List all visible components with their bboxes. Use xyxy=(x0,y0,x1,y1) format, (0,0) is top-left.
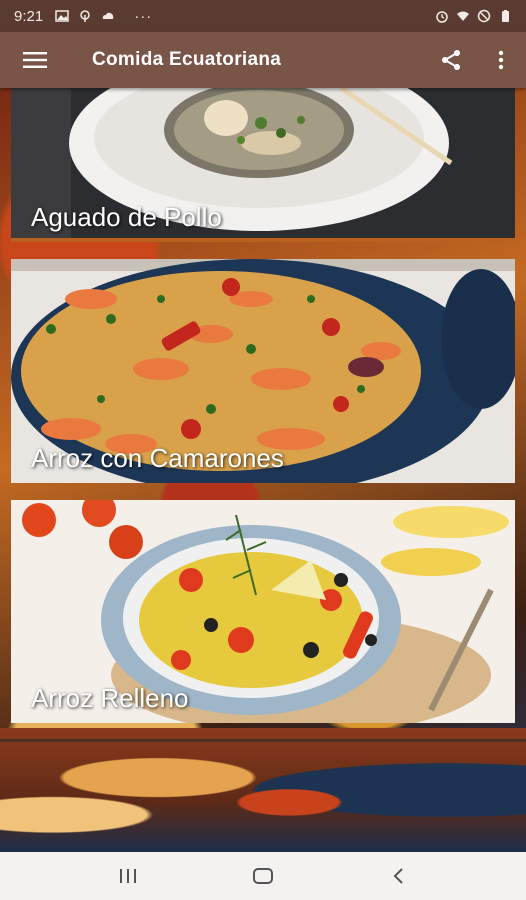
overflow-menu-button[interactable] xyxy=(476,32,526,88)
status-bar: 9:21 ··· xyxy=(0,0,526,32)
status-right-icons xyxy=(435,9,512,23)
status-more: ··· xyxy=(134,7,153,25)
divider xyxy=(0,739,526,742)
recipe-card-arroz-relleno[interactable]: Arroz Relleno xyxy=(11,500,515,723)
app-title: Comida Ecuatoriana xyxy=(92,49,282,70)
recipe-label: Arroz con Camarones xyxy=(31,443,284,473)
recipe-label: Arroz Relleno xyxy=(31,683,189,713)
recipe-card-arroz-con-camarones[interactable]: Arroz con Camarones xyxy=(11,259,515,483)
home-icon xyxy=(252,868,273,884)
recipe-label: Aguado de Pollo xyxy=(31,202,222,232)
back-icon xyxy=(393,868,404,884)
home-button[interactable] xyxy=(233,852,293,900)
status-time: 9:21 xyxy=(14,7,44,25)
wifi-icon xyxy=(457,11,469,21)
more-vert-icon xyxy=(498,50,504,70)
battery-icon xyxy=(502,10,509,22)
menu-button[interactable] xyxy=(0,32,70,88)
hamburger-menu-icon xyxy=(23,52,47,68)
image-icon xyxy=(55,10,69,22)
fingerprint-icon xyxy=(80,10,90,22)
recents-icon xyxy=(119,869,136,883)
recents-button[interactable] xyxy=(98,852,158,900)
status-left-icons: ··· xyxy=(55,8,152,25)
alarm-icon xyxy=(436,11,448,23)
cloud-icon xyxy=(103,12,114,19)
recipe-list[interactable]: Aguado de Pollo Arroz con Camarones Arro… xyxy=(0,88,526,852)
background-food-image xyxy=(0,728,526,852)
system-nav-bar xyxy=(0,852,526,900)
app-bar: Comida Ecuatoriana xyxy=(0,32,526,88)
do-not-disturb-icon xyxy=(477,9,491,23)
app-actions xyxy=(426,32,526,88)
share-button[interactable] xyxy=(426,32,476,88)
recipe-card-aguado-de-pollo[interactable]: Aguado de Pollo xyxy=(11,88,515,242)
back-button[interactable] xyxy=(368,852,428,900)
share-icon xyxy=(442,50,460,70)
